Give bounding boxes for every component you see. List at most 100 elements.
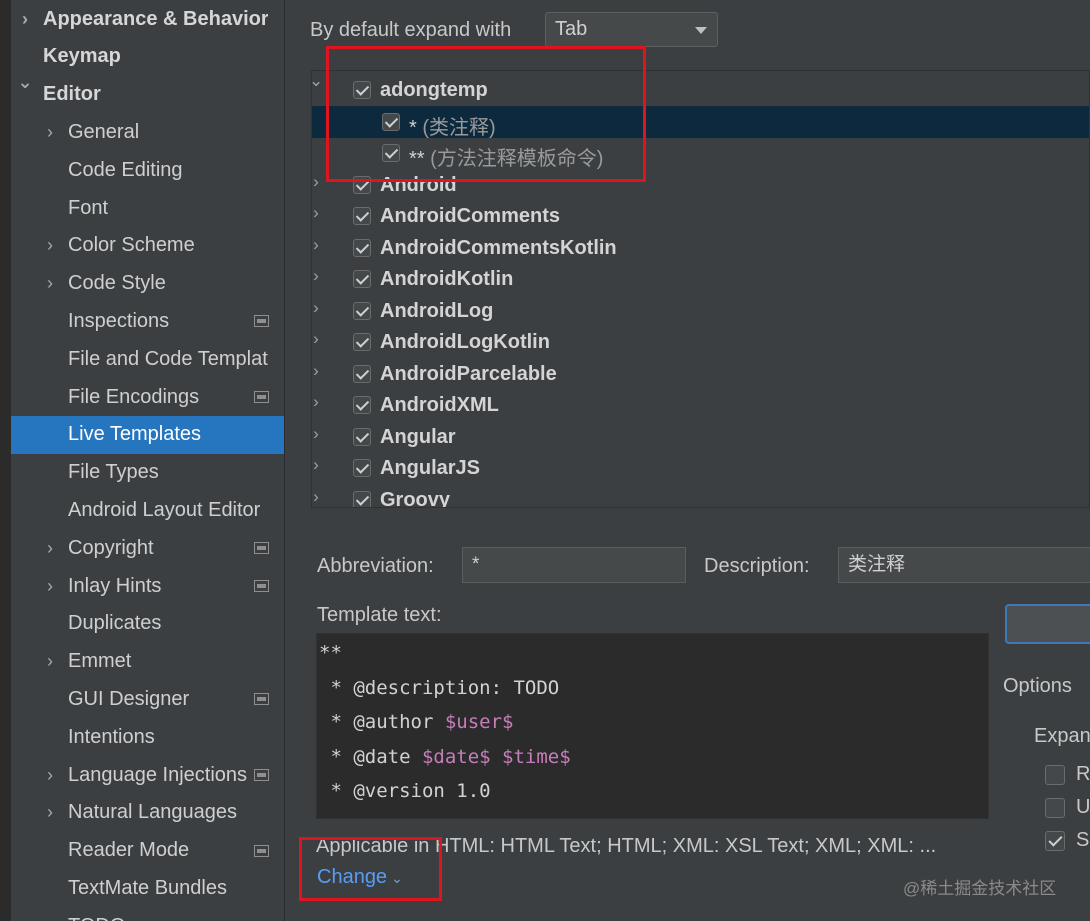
chevron-right-icon[interactable]: › bbox=[42, 576, 58, 597]
option-checkbox[interactable] bbox=[1045, 798, 1065, 818]
template-group-row[interactable]: › Angular bbox=[312, 421, 1089, 453]
template-group-row[interactable]: › AndroidXML bbox=[312, 389, 1089, 421]
sidebar-item-file-types[interactable]: File Types bbox=[11, 454, 284, 492]
sidebar-item-editor[interactable]: ⌄ Editor bbox=[11, 72, 284, 114]
sidebar-item-gui-designer[interactable]: GUI Designer bbox=[11, 680, 284, 718]
template-group-row[interactable]: › Groovy bbox=[312, 484, 1089, 508]
chevron-right-icon[interactable]: › bbox=[42, 122, 58, 143]
group-name: Groovy bbox=[380, 488, 451, 508]
template-group-row[interactable]: › AngularJS bbox=[312, 452, 1089, 484]
chevron-right-icon[interactable]: › bbox=[312, 235, 323, 255]
group-checkbox[interactable] bbox=[353, 270, 371, 288]
chevron-right-icon[interactable]: › bbox=[312, 172, 323, 192]
chevron-right-icon[interactable]: › bbox=[312, 455, 323, 475]
sidebar-item-label: Language Injections bbox=[68, 763, 248, 786]
template-group-row[interactable]: › AndroidParcelable bbox=[312, 358, 1089, 390]
templates-tree[interactable]: ⌄adongtemp* (类注释)** (方法注释模板命令)›Android›A… bbox=[311, 70, 1090, 508]
group-checkbox[interactable] bbox=[353, 396, 371, 414]
sidebar-item-label: Copyright bbox=[68, 536, 154, 559]
group-checkbox[interactable] bbox=[353, 207, 371, 225]
chevron-right-icon[interactable]: › bbox=[312, 424, 323, 444]
chevron-right-icon[interactable]: › bbox=[42, 802, 58, 823]
sidebar-item-intentions[interactable]: Intentions bbox=[11, 718, 284, 756]
group-checkbox[interactable] bbox=[353, 490, 371, 507]
group-checkbox[interactable] bbox=[353, 81, 371, 99]
chevron-right-icon[interactable]: › bbox=[312, 329, 323, 349]
chevron-right-icon[interactable]: › bbox=[42, 538, 58, 559]
project-scope-icon bbox=[254, 542, 269, 555]
template-row[interactable]: ** (方法注释模板命令) bbox=[312, 137, 1089, 170]
sidebar-item-emmet[interactable]: › Emmet bbox=[11, 643, 284, 681]
sidebar-item-label: Code Editing bbox=[68, 158, 183, 181]
chevron-right-icon[interactable]: › bbox=[312, 298, 323, 318]
live-templates-panel: By default expand with Tab ⌄ adongtemp * (… bbox=[285, 0, 1090, 921]
sidebar-item-label: File and Code Templates bbox=[68, 347, 268, 370]
chevron-down-icon[interactable]: ⌄ bbox=[312, 71, 323, 91]
chevron-right-icon[interactable]: › bbox=[42, 651, 58, 672]
sidebar-item-android-layout-editor[interactable]: Android Layout Editor bbox=[11, 491, 284, 529]
edit-variables-button[interactable] bbox=[1005, 604, 1090, 644]
template-text-segment: * @description: TODO bbox=[319, 676, 560, 699]
sidebar-item-label: Duplicates bbox=[68, 612, 162, 635]
sidebar-item-inlay-hints[interactable]: › Inlay Hints bbox=[11, 567, 284, 605]
template-line: * @date $date$ $time$ bbox=[319, 746, 570, 768]
sidebar-item-live-templates[interactable]: Live Templates bbox=[11, 415, 284, 454]
chevron-right-icon[interactable]: › bbox=[312, 203, 323, 223]
chevron-down-icon[interactable]: ⌄ bbox=[17, 72, 33, 93]
sidebar-item-keymap[interactable]: Keymap bbox=[11, 38, 284, 76]
chevron-right-icon[interactable]: › bbox=[42, 273, 58, 294]
template-group-row[interactable]: ⌄ adongtemp bbox=[312, 71, 1089, 106]
sidebar-item-natural-languages[interactable]: › Natural Languages bbox=[11, 794, 284, 832]
sidebar-item-reader-mode[interactable]: Reader Mode bbox=[11, 832, 284, 870]
group-checkbox[interactable] bbox=[353, 301, 371, 320]
chevron-right-icon[interactable]: › bbox=[17, 9, 33, 30]
group-checkbox[interactable] bbox=[353, 364, 371, 383]
sidebar-item-file-encodings[interactable]: File Encodings bbox=[11, 378, 284, 416]
sidebar-item-color-scheme[interactable]: › Color Scheme bbox=[11, 227, 284, 265]
template-row[interactable]: * (类注释) bbox=[312, 105, 1089, 139]
template-group-row[interactable]: › Android bbox=[312, 169, 1089, 201]
chevron-right-icon[interactable]: › bbox=[312, 266, 323, 286]
group-checkbox[interactable] bbox=[353, 333, 371, 351]
sidebar-item-file-and-code-templates[interactable]: File and Code Templates bbox=[11, 340, 284, 378]
group-checkbox[interactable] bbox=[353, 175, 371, 194]
option-checkbox[interactable] bbox=[1045, 765, 1065, 785]
template-group-row[interactable]: › AndroidLog bbox=[312, 295, 1089, 327]
chevron-right-icon[interactable]: › bbox=[312, 392, 323, 412]
sidebar-item-label: Code Style bbox=[68, 272, 166, 295]
sidebar-item-code-editing[interactable]: Code Editing bbox=[11, 151, 284, 189]
template-checkbox[interactable] bbox=[382, 144, 400, 162]
expand-with-select[interactable]: Tab bbox=[545, 12, 718, 47]
sidebar-item-duplicates[interactable]: Duplicates bbox=[11, 605, 284, 643]
chevron-right-icon[interactable]: › bbox=[42, 235, 58, 256]
abbreviation-input[interactable]: * bbox=[462, 547, 686, 583]
sidebar-item-todo[interactable]: TODO bbox=[11, 907, 284, 921]
template-group-row[interactable]: › AndroidComments bbox=[312, 200, 1089, 232]
chevron-right-icon[interactable]: › bbox=[42, 765, 58, 786]
group-name: AngularJS bbox=[380, 457, 481, 479]
sidebar-item-copyright[interactable]: › Copyright bbox=[11, 529, 284, 567]
sidebar-item-appearance-behavior[interactable]: › Appearance & Behavior bbox=[11, 0, 284, 38]
option-checkbox[interactable] bbox=[1045, 831, 1065, 851]
group-checkbox[interactable] bbox=[353, 238, 371, 257]
chevron-right-icon[interactable]: › bbox=[312, 487, 323, 507]
template-group-row[interactable]: › AndroidKotlin bbox=[312, 263, 1089, 295]
template-group-row[interactable]: › AndroidLogKotlin bbox=[312, 326, 1089, 358]
sidebar-item-language-injections[interactable]: › Language Injections bbox=[11, 756, 284, 794]
template-checkbox[interactable] bbox=[382, 112, 400, 131]
group-checkbox[interactable] bbox=[353, 427, 371, 446]
sidebar-item-label: File Types bbox=[68, 461, 159, 484]
description-input[interactable]: 类注释 bbox=[838, 547, 1090, 583]
chevron-right-icon[interactable]: › bbox=[312, 361, 323, 381]
option-label: U bbox=[1076, 796, 1090, 818]
template-line: */ bbox=[319, 815, 353, 819]
template-group-row[interactable]: › AndroidCommentsKotlin bbox=[312, 232, 1089, 264]
sidebar-item-font[interactable]: Font bbox=[11, 189, 284, 227]
sidebar-item-general[interactable]: › General bbox=[11, 113, 284, 151]
sidebar-item-code-style[interactable]: › Code Style bbox=[11, 265, 284, 303]
sidebar-item-textmate-bundles[interactable]: TextMate Bundles bbox=[11, 869, 284, 907]
change-contexts-link[interactable]: Change ⌄ bbox=[317, 866, 403, 889]
template-text-editor[interactable]: ** * @description: TODO * @author $user$… bbox=[316, 633, 989, 819]
sidebar-item-inspections[interactable]: Inspections bbox=[11, 302, 284, 340]
group-checkbox[interactable] bbox=[353, 459, 371, 477]
